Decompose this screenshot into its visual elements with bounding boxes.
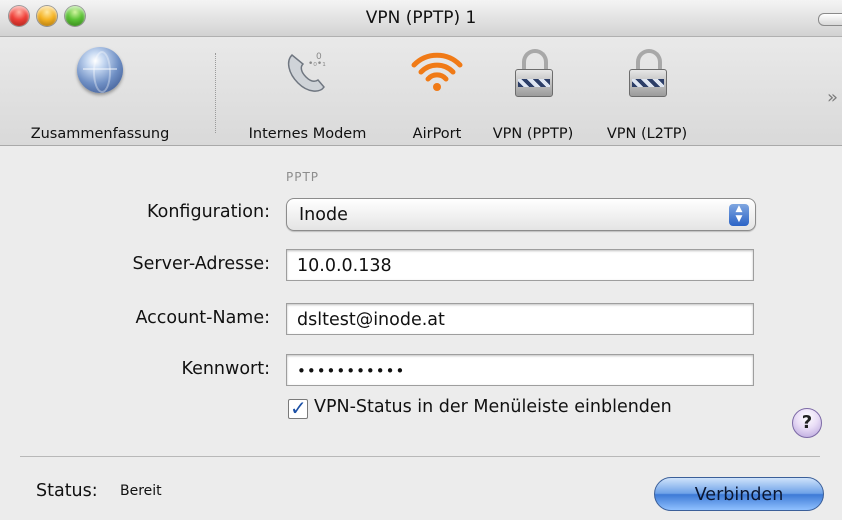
section-label: PPTP xyxy=(286,170,320,184)
toolbar-item-label: Zusammenfassung xyxy=(30,126,170,142)
vpn-preferences-window: VPN (PPTP) 1 Zusammenfassung •₀•₁ 0 Inte… xyxy=(0,0,842,520)
server-address-field[interactable]: 10.0.0.138 xyxy=(286,249,754,281)
globe-icon xyxy=(0,47,200,95)
status-value: Bereit xyxy=(120,483,162,499)
svg-text:0: 0 xyxy=(316,52,322,62)
status-label: Status: xyxy=(36,481,98,501)
wifi-icon xyxy=(392,47,482,95)
lock-icon xyxy=(478,47,588,97)
connect-button[interactable]: Verbinden xyxy=(654,477,824,511)
toolbar-item-vpn-pptp[interactable]: VPN (PPTP) xyxy=(478,47,588,142)
divider xyxy=(20,456,820,457)
toolbar-item-vpn-l2tp[interactable]: VPN (L2TP) xyxy=(592,47,702,142)
toolbar-item-label: AirPort xyxy=(412,126,462,142)
popup-arrows-icon: ▲ ▼ xyxy=(729,204,749,226)
help-button[interactable]: ? xyxy=(792,408,822,438)
lock-icon xyxy=(592,47,702,97)
vpn-settings-form: PPTP Konfiguration: Inode ▲ ▼ Server-Adre… xyxy=(0,146,842,466)
toolbar-separator xyxy=(215,53,216,133)
account-name-label: Account-Name: xyxy=(135,308,271,328)
window-title: VPN (PPTP) 1 xyxy=(365,8,477,28)
configuration-label: Konfiguration: xyxy=(147,202,270,222)
configuration-value: Inode xyxy=(299,205,348,225)
password-label: Kennwort: xyxy=(181,359,270,379)
phone-modem-icon: •₀•₁ 0 xyxy=(230,47,385,95)
toolbar-item-zusammenfassung[interactable]: Zusammenfassung xyxy=(0,47,200,142)
account-name-field[interactable]: dsltest@inode.at xyxy=(286,303,754,335)
toolbar-item-internes-modem[interactable]: •₀•₁ 0 Internes Modem xyxy=(230,47,385,142)
title-bar: VPN (PPTP) 1 xyxy=(0,0,842,37)
server-address-label: Server-Adresse: xyxy=(132,254,270,274)
toolbar-item-label: VPN (L2TP) xyxy=(606,126,688,142)
checkmark-icon: ✓ xyxy=(290,396,307,420)
toolbar-item-label: VPN (PPTP) xyxy=(492,126,574,142)
password-field[interactable]: ••••••••••• xyxy=(286,354,754,386)
toolbar: Zusammenfassung •₀•₁ 0 Internes Modem Ai… xyxy=(0,37,842,146)
configuration-select[interactable]: Inode ▲ ▼ xyxy=(286,198,756,231)
toolbar-item-label: Internes Modem xyxy=(248,126,367,142)
show-vpn-status-checkbox[interactable]: ✓ xyxy=(288,396,308,420)
toolbar-overflow-chevron-icon[interactable]: » xyxy=(827,87,838,108)
toolbar-toggle-button[interactable] xyxy=(818,13,842,26)
show-vpn-status-label: VPN-Status in der Menüleiste einblenden xyxy=(314,397,672,417)
toolbar-item-airport[interactable]: AirPort xyxy=(392,47,482,142)
